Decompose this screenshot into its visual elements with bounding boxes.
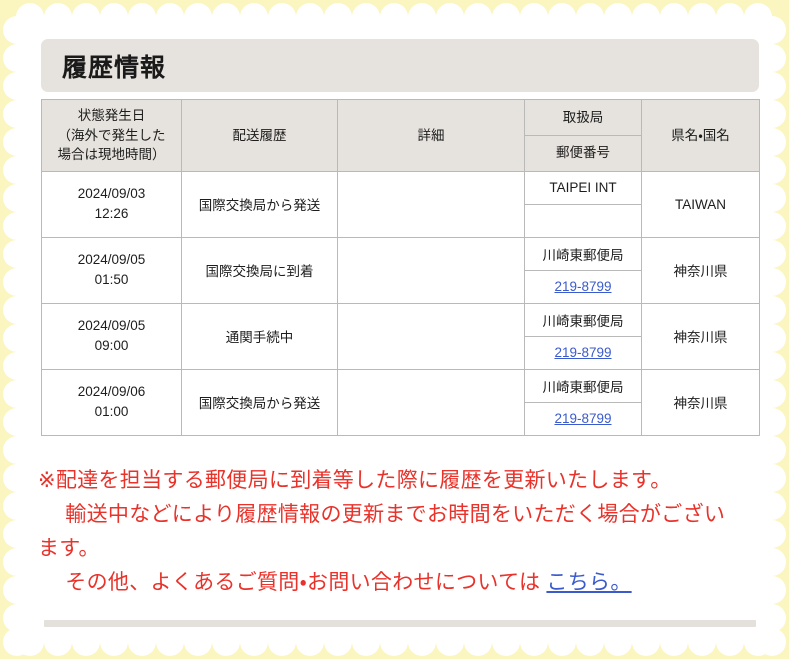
cell-date-day: 2024/09/05 [77,317,146,333]
cell-office-name: 川崎東郵便局 [525,303,641,337]
table-row: 2024/09/06 01:00 国際交換局から発送 川崎東郵便局 219-8799 神奈… [41,368,760,436]
faq-link[interactable]: こちら。 [546,571,631,594]
cell-office-group: 川崎東郵便局 219-8799 [524,368,642,436]
notice-text: ※配達を担当する郵便局に到着等した際に履歴を更新いたします。 輸送中などにより履… [38,464,754,600]
cell-history: 国際交換局に到着 [181,236,338,304]
page-title-text: 履歴情報 [62,53,167,82]
cell-prefecture: 神奈川県 [641,368,760,436]
notice-line-3: ます。 [38,537,100,561]
cell-date-time: 01:50 [94,272,129,288]
column-header-date: 状態発生日 （海外で発生した 場合は現地時間） [41,99,182,172]
table-row: 2024/09/05 01:50 国際交換局に到着 川崎東郵便局 219-8799 神奈川… [41,236,760,304]
cell-prefecture: 神奈川県 [641,302,760,370]
cell-detail [337,302,525,370]
zip-code-link[interactable]: 219-8799 [554,345,611,360]
cell-prefecture: 神奈川県 [641,236,760,304]
cell-prefecture: TAIWAN [641,170,760,238]
cell-date-time: 09:00 [94,338,129,354]
cell-history: 通関手続中 [181,302,338,370]
column-header-date-line1: 状態発生日 [77,108,146,123]
cell-zip: 219-8799 [525,270,641,303]
delivery-history-table: 状態発生日 （海外で発生した 場合は現地時間） 配送履歴 詳細 取扱局 県名・国… [41,99,760,436]
cell-detail [337,236,525,304]
cell-date: 2024/09/05 09:00 [41,302,182,370]
cell-detail [337,368,525,436]
column-header-zip: 郵便番号 [524,134,642,172]
cell-zip: 219-8799 [525,336,641,369]
cell-date: 2024/09/06 01:00 [41,368,182,436]
column-header-office: 取扱局 [524,99,642,136]
cell-date-time: 12:26 [94,206,129,222]
table-row: 2024/09/05 09:00 通関手続中 川崎東郵便局 219-8799 神奈川県 [41,302,760,370]
notice-line-4-prefix: その他、よくあるご質問・お問い合わせについては [65,571,547,595]
cell-history: 国際交換局から発送 [181,170,338,238]
notice-line-1: ※配達を担当する郵便局に到着等した際に履歴を更新いたします。 [38,469,672,492]
cell-date-day: 2024/09/03 [77,185,146,201]
cell-date-day: 2024/09/06 [77,383,146,399]
zip-code-link[interactable]: 219-8799 [554,411,611,426]
cell-office-name: 川崎東郵便局 [525,237,641,271]
column-header-prefecture: 県名・国名 [641,99,760,172]
cell-date-day: 2024/09/05 [77,251,146,267]
cell-date: 2024/09/05 01:50 [41,236,182,304]
zip-code-link[interactable]: 219-8799 [554,279,611,294]
tracking-history-page: 履歴情報 状態発生日 （海外で発生した 場合は現地時間） 配送履歴 詳細 取扱局… [0,0,789,659]
cell-office-name: TAIPEI INT [525,171,641,205]
table-header-row: 状態発生日 （海外で発生した 場合は現地時間） 配送履歴 詳細 取扱局 県名・国… [41,99,760,172]
column-header-history: 配送履歴 [181,99,338,172]
page-title: 履歴情報 [41,39,759,92]
cell-date: 2024/09/03 12:26 [41,170,182,238]
cell-history: 国際交換局から発送 [181,368,338,436]
cell-office-group: 川崎東郵便局 219-8799 [524,236,642,304]
bottom-divider [44,620,756,627]
notice-line-4: その他、よくあるご質問・お問い合わせについては こちら。 [38,566,754,600]
cell-office-group: 川崎東郵便局 219-8799 [524,302,642,370]
cell-date-time: 01:00 [94,404,129,420]
column-header-detail: 詳細 [337,99,525,172]
notice-line-2: 輸送中などにより履歴情報の更新までお時間をいただく場合がござい [65,503,726,527]
column-header-date-line3: 場合は現地時間） [57,147,166,163]
cell-zip [525,204,641,237]
cell-office-group: TAIPEI INT [524,170,642,238]
table-row: 2024/09/03 12:26 国際交換局から発送 TAIPEI INT TAIWAN [41,170,760,238]
cell-detail [337,170,525,238]
cell-office-name: 川崎東郵便局 [525,369,641,403]
column-header-date-line2: （海外で発生した [57,127,166,143]
cell-zip: 219-8799 [525,402,641,435]
